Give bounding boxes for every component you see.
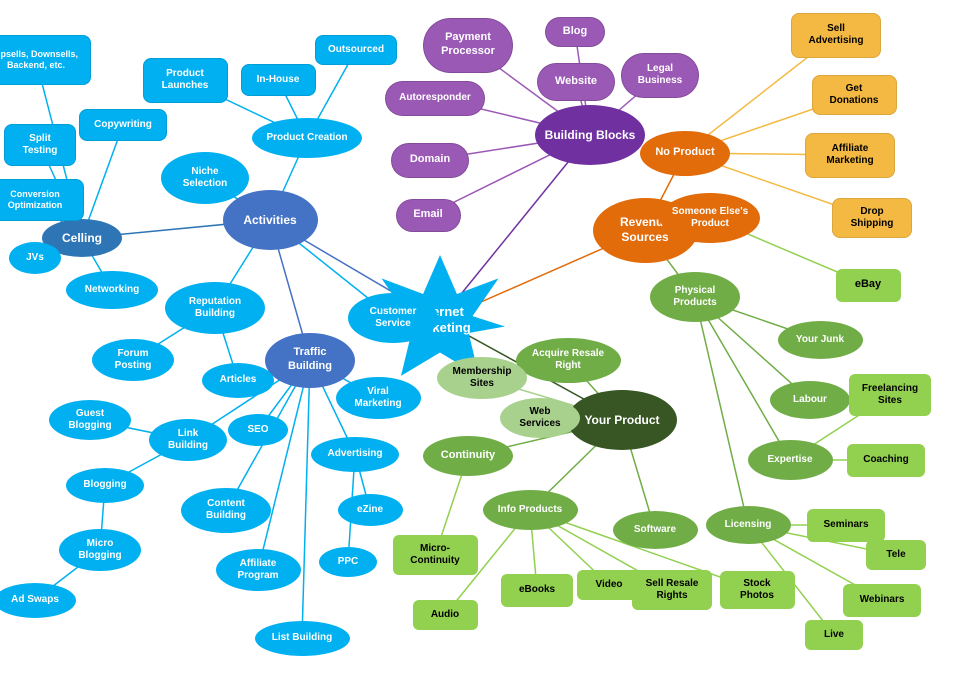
node-outsourced: Outsourced: [315, 35, 397, 65]
node-ppc: PPC: [319, 547, 377, 577]
node-copywriting: Copywriting: [79, 109, 167, 141]
node-no-product: No Product: [640, 131, 730, 176]
node-forum-posting: Forum Posting: [92, 339, 174, 381]
node-domain: Domain: [391, 143, 469, 178]
node-blogging: Blogging: [66, 468, 144, 503]
node-traffic-building: Traffic Building: [265, 333, 355, 388]
node-webinars: Webinars: [843, 584, 921, 617]
node-payment-processor: Payment Processor: [423, 18, 513, 73]
node-list-building: List Building: [255, 621, 350, 656]
node-continuity: Continuity: [423, 436, 513, 476]
node-physical-products: Physical Products: [650, 272, 740, 322]
node-activities: Activities: [223, 190, 318, 250]
node-freelancing-sites: Freelancing Sites: [849, 374, 931, 416]
node-guest-blogging: Guest Blogging: [49, 400, 131, 440]
node-coaching: Coaching: [847, 444, 925, 477]
node-jvs: JVs: [9, 242, 61, 274]
node-ezine: eZine: [338, 494, 403, 526]
node-viral-marketing: Viral Marketing: [336, 377, 421, 419]
node-in-house: In-House: [241, 64, 316, 96]
node-micro-blogging: Micro Blogging: [59, 529, 141, 571]
node-building-blocks: Building Blocks: [535, 105, 645, 165]
node-articles: Articles: [202, 363, 274, 398]
node-reputation-building: Reputation Building: [165, 282, 265, 334]
node-sell-advertising: Sell Advertising: [791, 13, 881, 58]
node-software: Software: [613, 511, 698, 549]
node-get-donations: Get Donations: [812, 75, 897, 115]
node-website: Website: [537, 63, 615, 101]
node-labour: Labour: [770, 381, 850, 419]
node-audio: Audio: [413, 600, 478, 630]
node-stock-photos: Stock Photos: [720, 571, 795, 609]
node-licensing: Licensing: [706, 506, 791, 544]
node-expertise: Expertise: [748, 440, 833, 480]
node-ebooks: eBooks: [501, 574, 573, 607]
node-split-testing: Split Testing: [4, 124, 76, 166]
node-legal-business: Legal Business: [621, 53, 699, 98]
node-networking: Networking: [66, 271, 158, 309]
node-product-creation: Product Creation: [252, 118, 362, 158]
node-tele: Tele: [866, 540, 926, 570]
node-your-product: Your Product: [567, 390, 677, 450]
node-membership-sites: Membership Sites: [437, 357, 527, 399]
node-link-building: Link Building: [149, 419, 227, 461]
node-your-junk: Your Junk: [778, 321, 863, 359]
node-sell-resale-rights: Sell Resale Rights: [632, 570, 712, 610]
node-affiliate-marketing: Affiliate Marketing: [805, 133, 895, 178]
node-upsells: Upsells, Downsells, Backend, etc.: [0, 35, 91, 85]
node-info-products: Info Products: [483, 490, 578, 530]
node-customer-service: Customer Service: [348, 293, 438, 343]
node-live: Live: [805, 620, 863, 650]
node-drop-shipping: Drop Shipping: [832, 198, 912, 238]
node-email: Email: [396, 199, 461, 232]
node-affiliate-program: Affiliate Program: [216, 549, 301, 591]
node-autoresponder: Autoresponder: [385, 81, 485, 116]
node-seminars: Seminars: [807, 509, 885, 542]
node-niche-selection: Niche Selection: [161, 152, 249, 204]
node-advertising: Advertising: [311, 437, 399, 472]
node-product-launches: Product Launches: [143, 58, 228, 103]
node-web-services: Web Services: [500, 398, 580, 438]
node-seo: SEO: [228, 414, 288, 446]
node-blog: Blog: [545, 17, 605, 47]
node-someone-elses: Someone Else's Product: [660, 193, 760, 243]
node-micro-continuity: Micro- Continuity: [393, 535, 478, 575]
node-ad-swaps: Ad Swaps: [0, 583, 76, 618]
node-acquire-resale: Acquire Resale Right: [516, 338, 621, 383]
node-conversion-opt: Conversion Optimization: [0, 179, 84, 221]
node-ebay: eBay: [836, 269, 901, 302]
mindmap-canvas: Internet MarketingBuilding BlocksRevenue…: [0, 0, 962, 678]
node-content-building: Content Building: [181, 488, 271, 533]
